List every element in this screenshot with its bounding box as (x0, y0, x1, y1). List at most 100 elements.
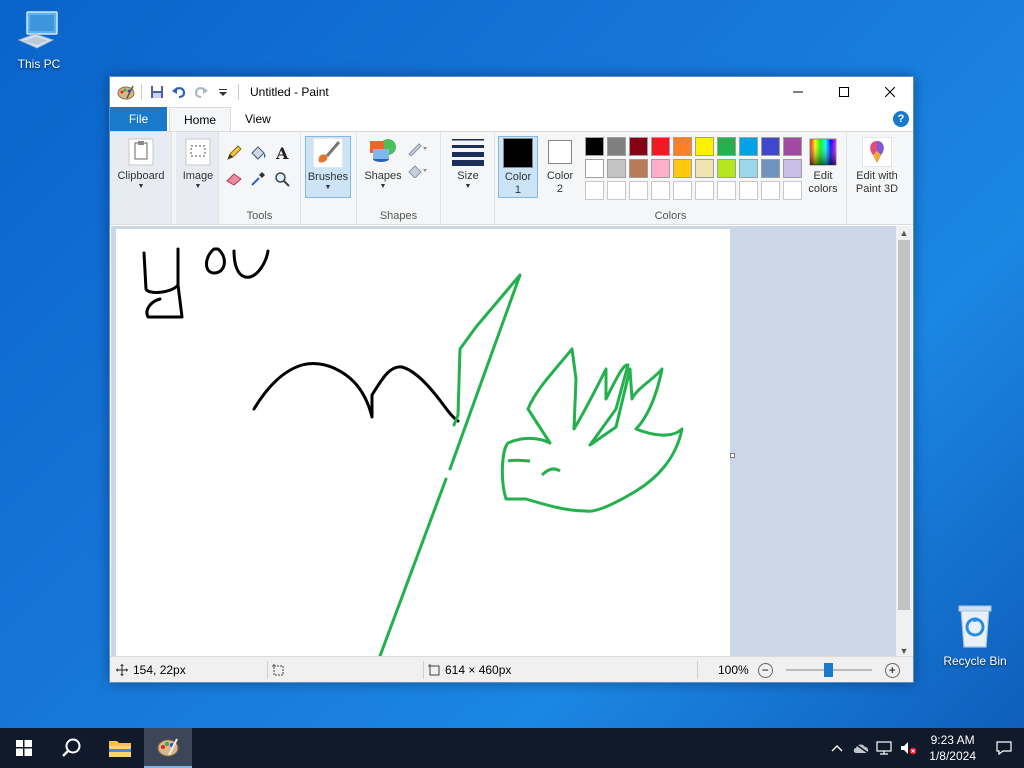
zoom-slider[interactable] (785, 663, 872, 677)
palette-swatch[interactable] (651, 159, 670, 178)
drawing-strokes (142, 247, 684, 658)
zoom-slider-thumb[interactable] (823, 663, 833, 677)
size-button[interactable]: Size ▼ (446, 136, 490, 191)
edit-with-paint3d-button[interactable]: Edit with Paint 3D (849, 136, 905, 196)
color2-swatch (544, 136, 576, 168)
customize-qat-icon[interactable] (213, 82, 233, 102)
palette-custom-swatch[interactable] (695, 181, 714, 200)
eraser-icon[interactable] (223, 168, 245, 190)
palette-custom-swatch[interactable] (783, 181, 802, 200)
color1-label-line1: Color (504, 171, 532, 183)
palette-swatch[interactable] (695, 137, 714, 156)
color-picker-icon[interactable] (247, 168, 269, 190)
notifications-icon[interactable] (984, 728, 1024, 768)
palette-swatch[interactable] (585, 159, 604, 178)
palette-swatch[interactable] (717, 159, 736, 178)
colors-group: Color 1 Color 2 Edit colors Colors (495, 132, 847, 224)
maximize-button[interactable] (821, 77, 867, 107)
help-button[interactable]: ? (893, 111, 909, 127)
canvas-size: 614 × 460px (428, 657, 511, 683)
tab-home[interactable]: Home (169, 107, 232, 131)
brushes-button[interactable]: Brushes ▼ (305, 136, 351, 198)
file-explorer-button[interactable] (96, 728, 144, 768)
color2-button[interactable]: Color 2 (540, 136, 580, 196)
palette-swatch[interactable] (717, 137, 736, 156)
search-button[interactable] (48, 728, 96, 768)
palette-swatch[interactable] (673, 137, 692, 156)
palette-swatch[interactable] (629, 137, 648, 156)
paint-taskbar-button[interactable] (144, 728, 192, 768)
palette-swatch[interactable] (629, 159, 648, 178)
save-icon[interactable] (147, 82, 167, 102)
palette-custom-swatch[interactable] (607, 181, 626, 200)
palette-custom-swatch[interactable] (651, 181, 670, 200)
scroll-up-icon[interactable]: ▲ (896, 226, 912, 240)
palette-custom-swatch[interactable] (761, 181, 780, 200)
zoom-in-icon[interactable]: + (884, 662, 900, 678)
outline-icon[interactable] (407, 138, 429, 160)
palette-swatch[interactable] (783, 137, 802, 156)
start-button[interactable] (0, 728, 48, 768)
close-button[interactable] (867, 77, 913, 107)
chevron-up-icon[interactable] (825, 728, 849, 768)
palette-swatch[interactable] (607, 159, 626, 178)
qat-separator (141, 84, 142, 100)
zoom-out-icon[interactable]: − (757, 662, 773, 678)
palette-swatch[interactable] (783, 159, 802, 178)
palette-swatch[interactable] (761, 137, 780, 156)
palette-swatch[interactable] (739, 137, 758, 156)
fill-bucket-icon[interactable] (247, 142, 269, 164)
shapes-button[interactable]: Shapes ▼ (361, 136, 405, 191)
paint-app-icon[interactable] (116, 82, 136, 102)
window-title: Untitled - Paint (250, 85, 329, 99)
vertical-scrollbar[interactable]: ▲ ▼ (896, 226, 912, 658)
chevron-down-icon: ▼ (324, 184, 332, 191)
minimize-button[interactable] (775, 77, 821, 107)
desktop-icon-recycle-bin[interactable]: Recycle Bin (937, 603, 1013, 668)
status-separator (697, 661, 698, 679)
tab-view[interactable]: View (231, 107, 285, 131)
selection-size-icon (272, 664, 284, 676)
desktop-icon-label: Recycle Bin (943, 654, 1007, 668)
edit-colors-button[interactable]: Edit colors (801, 136, 845, 196)
magnifier-icon[interactable] (271, 168, 293, 190)
ribbon: Clipboard ▼ Image ▼ A Tools Brushes ▼ Sh… (110, 131, 913, 225)
image-button[interactable]: Image ▼ (178, 136, 218, 191)
chevron-down-icon: ▼ (137, 183, 145, 190)
undo-icon[interactable] (169, 82, 189, 102)
pencil-icon[interactable] (223, 142, 245, 164)
fill-icon[interactable] (407, 160, 429, 182)
clock-time: 9:23 AM (930, 733, 975, 747)
palette-swatch[interactable] (607, 137, 626, 156)
onedrive-icon[interactable] (849, 728, 873, 768)
desktop-icon-this-pc[interactable]: This PC (1, 10, 77, 71)
canvas-resize-handle-right[interactable] (730, 453, 735, 458)
palette-swatch[interactable] (673, 159, 692, 178)
system-tray: 9:23 AM 1/8/2024 (825, 728, 1024, 768)
taskbar-clock[interactable]: 9:23 AM 1/8/2024 (921, 732, 984, 764)
palette-custom-swatch[interactable] (717, 181, 736, 200)
palette-swatch[interactable] (761, 159, 780, 178)
palette-custom-swatch[interactable] (585, 181, 604, 200)
palette-swatch[interactable] (651, 137, 670, 156)
volume-muted-icon[interactable] (897, 728, 921, 768)
palette-custom-swatch[interactable] (673, 181, 692, 200)
clipboard-button[interactable]: Clipboard ▼ (114, 136, 168, 191)
tools-group-label: Tools (246, 210, 273, 222)
palette-swatch[interactable] (739, 159, 758, 178)
text-icon[interactable]: A (271, 142, 293, 164)
cursor-position-text: 154, 22px (133, 663, 186, 677)
redo-icon[interactable] (191, 82, 211, 102)
drawing-canvas[interactable] (116, 229, 730, 658)
palette-custom-swatch[interactable] (629, 181, 648, 200)
palette-swatch[interactable] (585, 137, 604, 156)
color1-button[interactable]: Color 1 (498, 136, 538, 198)
scrollbar-thumb[interactable] (898, 240, 910, 610)
cursor-position: 154, 22px (116, 657, 186, 683)
tab-file[interactable]: File (110, 107, 167, 131)
palette-custom-swatch[interactable] (739, 181, 758, 200)
green-line-stroke (378, 477, 448, 658)
palette-swatch[interactable] (695, 159, 714, 178)
color1-label: Color 1 (505, 171, 531, 197)
network-icon[interactable] (873, 728, 897, 768)
